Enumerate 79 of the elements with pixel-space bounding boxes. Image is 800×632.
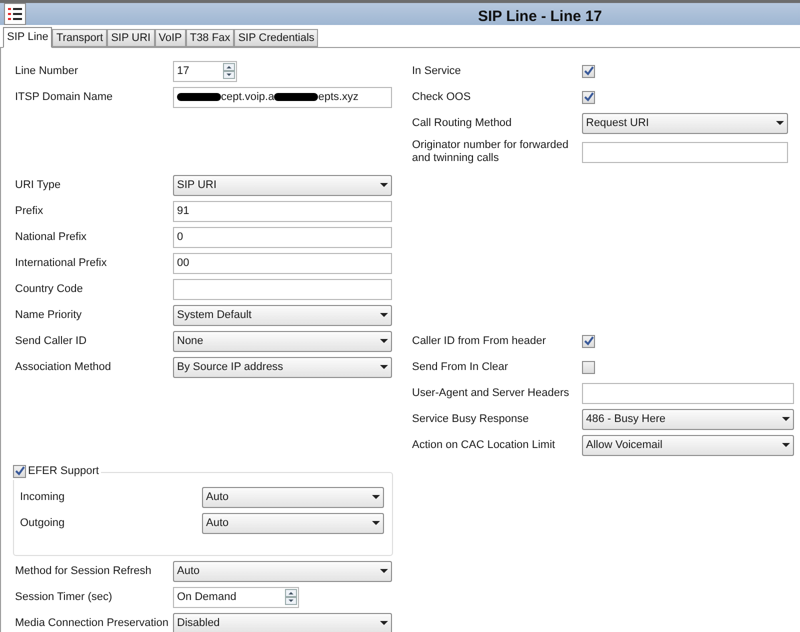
- check-mark-icon: [584, 92, 594, 102]
- dropdown[interactable]: SIP URI: [173, 174, 392, 196]
- dropdown-arrow-icon: [380, 313, 388, 317]
- dropdown[interactable]: Allow Voicemail: [582, 434, 794, 456]
- field-label: Call Routing Method: [412, 116, 513, 130]
- check-mark-icon: [584, 66, 594, 76]
- checkbox[interactable]: [582, 64, 595, 78]
- field-label: ITSP Domain Name: [15, 90, 114, 104]
- input-field[interactable]: 0: [173, 226, 392, 248]
- redaction-mark: [177, 93, 221, 101]
- tab[interactable]: Transport: [52, 29, 108, 47]
- dropdown-arrow-icon: [380, 339, 388, 343]
- field-label: National Prefix: [15, 230, 88, 244]
- field-label: User-Agent and Server Headers: [412, 386, 570, 400]
- dropdown[interactable]: Disabled: [173, 612, 392, 632]
- input-field[interactable]: 00: [173, 252, 392, 274]
- field-label: Outgoing: [20, 516, 66, 530]
- tab[interactable]: T38 Fax: [186, 29, 234, 47]
- dropdown[interactable]: Auto: [202, 486, 384, 508]
- field-label: In Service: [412, 64, 462, 78]
- dropdown[interactable]: Request URI: [582, 112, 788, 134]
- redaction-mark: [274, 93, 318, 101]
- field-label: Session Timer (sec): [15, 590, 114, 604]
- dropdown[interactable]: None: [173, 330, 392, 352]
- dropdown-arrow-icon: [782, 417, 790, 421]
- check-mark-icon: [584, 336, 594, 346]
- field-label: Country Code: [15, 282, 84, 296]
- dropdown[interactable]: System Default: [173, 304, 392, 326]
- dropdown-arrow-icon: [372, 521, 380, 525]
- field-label: URI Type: [15, 178, 62, 192]
- field-label: Prefix: [15, 204, 44, 218]
- field-label: Check OOS: [412, 90, 472, 104]
- dropdown-arrow-icon: [372, 495, 380, 499]
- spinner-arrows-icon: [285, 589, 297, 605]
- dropdown-arrow-icon: [782, 443, 790, 447]
- input-field[interactable]: cept.voip.a epts.xyz: [173, 86, 392, 108]
- input-field[interactable]: 91: [173, 200, 392, 222]
- field-label: Method for Session Refresh: [15, 564, 152, 578]
- dropdown[interactable]: 486 - Busy Here: [582, 408, 794, 430]
- tab[interactable]: SIP Line: [3, 27, 52, 48]
- dropdown-arrow-icon: [776, 121, 784, 125]
- input-field[interactable]: [582, 142, 788, 162]
- checkbox[interactable]: [582, 360, 595, 374]
- field-label: Name Priority: [15, 308, 83, 322]
- spin-box[interactable]: 17: [173, 60, 237, 82]
- dropdown[interactable]: By Source IP address: [173, 356, 392, 378]
- input-field[interactable]: [173, 278, 392, 300]
- field-label: Incoming: [20, 490, 66, 504]
- field-label: Association Method: [15, 360, 112, 374]
- spinner-arrows-icon: [223, 63, 235, 79]
- checkbox[interactable]: [582, 334, 595, 348]
- dropdown-arrow-icon: [380, 183, 388, 187]
- field-label: Media Connection Preservation: [15, 616, 170, 630]
- group-label: EFER Support: [28, 464, 99, 479]
- input-field[interactable]: [582, 382, 794, 404]
- spin-box[interactable]: On Demand: [173, 586, 299, 608]
- check-mark-icon: [14, 466, 24, 476]
- tab[interactable]: SIP Credentials: [234, 29, 318, 47]
- list-icon[interactable]: [4, 3, 26, 25]
- tab[interactable]: VoIP: [154, 29, 186, 47]
- domain-text-part: cept.voip.a: [221, 90, 274, 105]
- checkbox[interactable]: [582, 90, 595, 104]
- field-label: Line Number: [15, 64, 79, 78]
- field-label: Send From In Clear: [412, 360, 509, 374]
- checkbox[interactable]: [13, 464, 26, 478]
- tab[interactable]: SIP URI: [107, 29, 155, 47]
- dropdown[interactable]: Auto: [173, 560, 392, 582]
- field-label: Action on CAC Location Limit: [412, 438, 556, 452]
- dropdown-arrow-icon: [380, 569, 388, 573]
- field-label: Caller ID from From header: [412, 334, 547, 348]
- dropdown[interactable]: Auto: [202, 512, 384, 534]
- field-label: Originator number for forwarded and twinning calls: [412, 139, 570, 165]
- window-title: SIP Line - Line 17: [478, 7, 602, 27]
- dropdown-arrow-icon: [380, 621, 388, 625]
- dropdown-arrow-icon: [380, 365, 388, 369]
- field-label: Service Busy Response: [412, 412, 530, 426]
- field-label: Send Caller ID: [15, 334, 88, 348]
- domain-text-part: epts.xyz: [318, 90, 359, 105]
- field-label: International Prefix: [15, 256, 108, 270]
